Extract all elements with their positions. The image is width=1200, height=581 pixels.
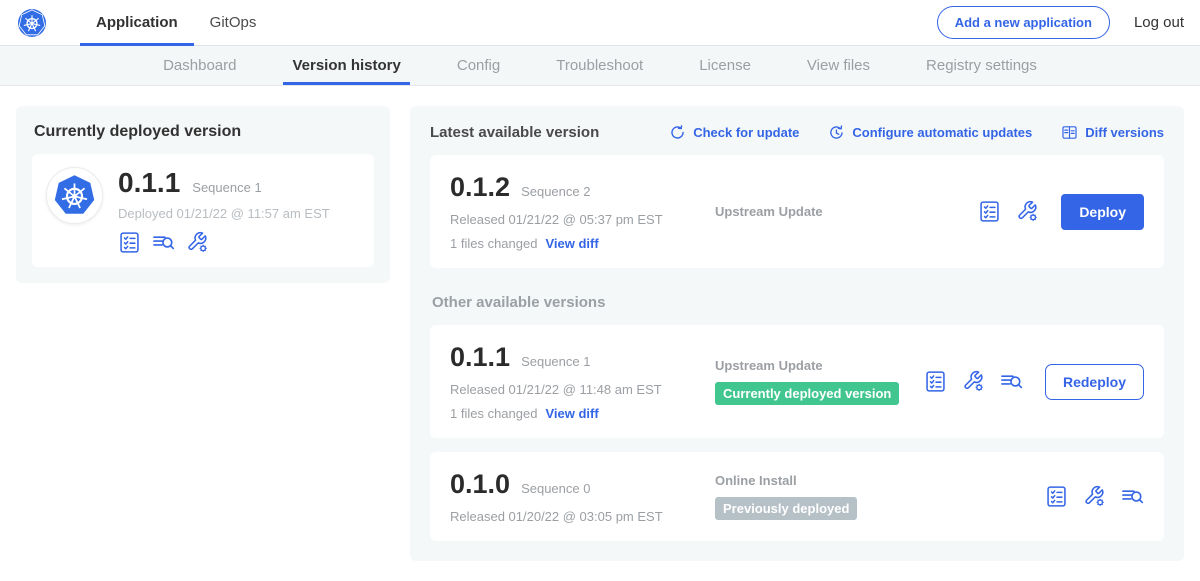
config-icon[interactable] [1016, 200, 1039, 223]
tab-license[interactable]: License [690, 46, 760, 85]
files-changed-label: 1 files changed [450, 236, 537, 251]
schedule-update-icon [828, 124, 845, 141]
version-card-0-1-0: 0.1.0 Sequence 0 Released 01/20/22 @ 03:05… [430, 452, 1164, 541]
version-actions: Check for update Configure automatic upda… [669, 124, 1164, 141]
version-number: 0.1.0 [450, 469, 510, 500]
status-badge: Currently deployed version [715, 382, 899, 405]
tab-troubleshoot[interactable]: Troubleshoot [547, 46, 652, 85]
latest-available-title: Latest available version [430, 124, 599, 141]
version-card-status: Upstream Update [715, 204, 978, 219]
kubernetes-logo-icon [18, 9, 46, 37]
action-label: Configure automatic updates [852, 125, 1032, 140]
version-number: 0.1.1 [450, 342, 510, 373]
deployed-icon-row [118, 231, 330, 254]
config-icon[interactable] [962, 370, 985, 393]
version-number: 0.1.2 [450, 172, 510, 203]
version-source-label: Online Install [715, 473, 1045, 488]
deploy-button[interactable]: Deploy [1061, 194, 1144, 230]
files-changed-row: 1 files changed View diff [450, 236, 715, 251]
app-subnav: Dashboard Version history Config Troublesho… [0, 46, 1200, 86]
currently-deployed-panel: Currently deployed version 0.1.1 Sequenc… [16, 106, 390, 283]
preflight-checks-icon[interactable] [1045, 485, 1068, 508]
files-changed-label: 1 files changed [450, 406, 537, 421]
add-application-button[interactable]: Add a new application [937, 6, 1110, 39]
tab-version-history[interactable]: Version history [283, 46, 409, 85]
deployed-version-card: 0.1.1 Sequence 1 Deployed 01/21/22 @ 11:… [32, 154, 374, 267]
logout-button[interactable]: Log out [1134, 14, 1184, 31]
version-line: 0.1.1 Sequence 1 [450, 342, 715, 373]
deployed-version-number: 0.1.1 [118, 167, 180, 199]
released-timestamp: Released 01/21/22 @ 05:37 pm EST [450, 212, 715, 227]
refresh-icon [669, 124, 686, 141]
version-card-0-1-2: 0.1.2 Sequence 2 Released 01/21/22 @ 05:37… [430, 155, 1164, 268]
app-logo [18, 0, 46, 45]
version-card-actions: Redeploy [924, 364, 1144, 400]
diff-versions-link[interactable]: Diff versions [1061, 124, 1164, 141]
config-icon[interactable] [186, 231, 209, 254]
version-source-label: Upstream Update [715, 358, 924, 373]
sequence-label: Sequence 2 [521, 184, 590, 199]
tab-view-files[interactable]: View files [798, 46, 879, 85]
released-timestamp: Released 01/21/22 @ 11:48 am EST [450, 382, 715, 397]
check-for-update-link[interactable]: Check for update [669, 124, 799, 141]
diff-icon [1061, 124, 1078, 141]
deployed-panel-title: Currently deployed version [34, 123, 374, 141]
available-versions-panel: Latest available version Check for updat… [410, 106, 1184, 561]
logs-icon[interactable] [1000, 370, 1023, 393]
logs-icon[interactable] [1121, 485, 1144, 508]
other-versions-title: Other available versions [432, 294, 1164, 311]
tab-registry-settings[interactable]: Registry settings [917, 46, 1046, 85]
version-card-status: Upstream Update Currently deployed versio… [715, 358, 924, 405]
available-panel-header: Latest available version Check for updat… [430, 124, 1164, 141]
main-content: Currently deployed version 0.1.1 Sequenc… [0, 86, 1200, 581]
version-line: 0.1.0 Sequence 0 [450, 469, 715, 500]
version-card-status: Online Install Previously deployed [715, 473, 1045, 520]
top-navbar: ApplicationGitOps Add a new application … [0, 0, 1200, 46]
top-tab-gitops[interactable]: GitOps [194, 0, 273, 45]
deployed-version-info: 0.1.1 Sequence 1 Deployed 01/21/22 @ 11:… [118, 167, 330, 254]
kubernetes-logo-icon [46, 167, 103, 224]
preflight-checks-icon[interactable] [924, 370, 947, 393]
logs-icon[interactable] [152, 231, 175, 254]
version-card-actions [1045, 485, 1144, 508]
top-right-controls: Add a new application Log out [937, 0, 1184, 45]
redeploy-button[interactable]: Redeploy [1045, 364, 1144, 400]
version-card-0-1-1: 0.1.1 Sequence 1 Released 01/21/22 @ 11:48… [430, 325, 1164, 438]
top-tabs: ApplicationGitOps [80, 0, 272, 45]
files-changed-row: 1 files changed View diff [450, 406, 715, 421]
version-source-label: Upstream Update [715, 204, 978, 219]
deployed-sequence-label: Sequence 1 [192, 180, 261, 195]
released-timestamp: Released 01/20/22 @ 03:05 pm EST [450, 509, 715, 524]
configure-automatic-updates-link[interactable]: Configure automatic updates [828, 124, 1032, 141]
version-card-info: 0.1.1 Sequence 1 Released 01/21/22 @ 11:48… [450, 342, 715, 421]
tab-config[interactable]: Config [448, 46, 509, 85]
view-diff-link[interactable]: View diff [545, 406, 598, 421]
action-label: Diff versions [1085, 125, 1164, 140]
sequence-label: Sequence 1 [521, 354, 590, 369]
version-line: 0.1.2 Sequence 2 [450, 172, 715, 203]
other-version-list: 0.1.1 Sequence 1 Released 01/21/22 @ 11:48… [430, 325, 1164, 541]
preflight-checks-icon[interactable] [118, 231, 141, 254]
preflight-checks-icon[interactable] [978, 200, 1001, 223]
config-icon[interactable] [1083, 485, 1106, 508]
version-card-info: 0.1.0 Sequence 0 Released 01/20/22 @ 03:05… [450, 469, 715, 524]
latest-version-list: 0.1.2 Sequence 2 Released 01/21/22 @ 05:37… [430, 155, 1164, 268]
version-card-actions: Deploy [978, 194, 1144, 230]
top-tab-application[interactable]: Application [80, 0, 194, 45]
sequence-label: Sequence 0 [521, 481, 590, 496]
view-diff-link[interactable]: View diff [545, 236, 598, 251]
version-card-info: 0.1.2 Sequence 2 Released 01/21/22 @ 05:37… [450, 172, 715, 251]
status-badge: Previously deployed [715, 497, 857, 520]
tab-dashboard[interactable]: Dashboard [154, 46, 245, 85]
action-label: Check for update [693, 125, 799, 140]
deployed-timestamp: Deployed 01/21/22 @ 11:57 am EST [118, 206, 330, 221]
